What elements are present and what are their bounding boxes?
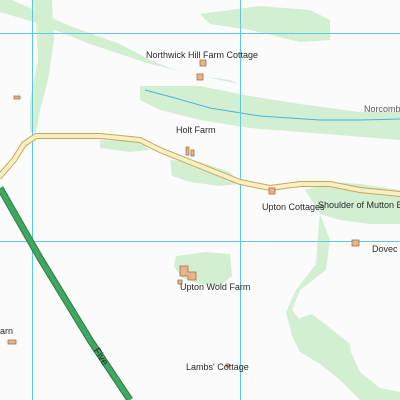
building-holt-2 (190, 149, 195, 157)
label-barn-partial: arn (0, 326, 14, 336)
label-upton-cottages: Upton Cottages (262, 202, 325, 212)
minor-road (0, 133, 400, 197)
label-holt-farm: Holt Farm (176, 125, 216, 135)
woodland-holt-farm (170, 160, 240, 186)
label-northwick-hill-farm-cottage: Northwick Hill Farm Cottage (146, 50, 259, 60)
label-lambs-cottage: Lambs' Cottage (186, 362, 249, 372)
major-road (0, 186, 133, 400)
building-northwick-2 (196, 73, 204, 81)
woodland-top-right (200, 6, 330, 42)
label-dovec: Dovec (372, 244, 398, 254)
building-upton-cottages (268, 187, 276, 195)
label-upton-wold-farm: Upton Wold Farm (180, 282, 251, 292)
building-left-1 (13, 95, 21, 100)
building-holt-1 (185, 146, 190, 156)
map-canvas[interactable]: Northwick Hill Farm Cottage Holt Farm Up… (0, 0, 400, 400)
building-left-2 (7, 339, 17, 345)
label-norcomb: Norcomb (364, 104, 400, 114)
building-dovec (351, 239, 360, 247)
label-shoulder-of-mutton-barn: Shoulder of Mutton Barn (318, 200, 400, 210)
building-northwick-1 (199, 59, 207, 67)
